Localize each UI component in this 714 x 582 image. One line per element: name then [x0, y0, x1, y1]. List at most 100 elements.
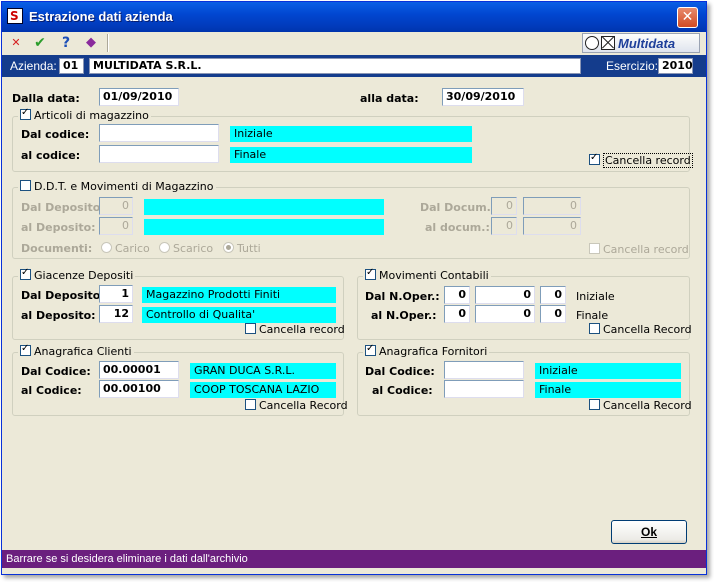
movimenti-al-b[interactable]: 0 — [475, 305, 535, 323]
ddt-radio-scarico-dot[interactable] — [159, 242, 170, 253]
ddt-cancella-box[interactable] — [589, 243, 600, 254]
ddt-radio-tutti-dot[interactable] — [223, 242, 234, 253]
ddt-checkbox[interactable] — [20, 180, 31, 191]
giacenze-cancella-label: Cancella record — [259, 323, 345, 336]
toolbar-separator — [107, 34, 109, 52]
fornitori-dal-label: Dal Codice: — [365, 365, 435, 378]
fornitori-al-desc: Finale — [535, 382, 681, 398]
movimenti-dal-desc: Iniziale — [576, 290, 615, 303]
ddt-al-deposito-field[interactable]: 0 — [99, 217, 133, 235]
clienti-cancella-checkbox[interactable]: Cancella Record — [245, 399, 348, 412]
ddt-cancella-label: Cancella record — [603, 243, 689, 256]
giacenze-al-field[interactable]: 12 — [99, 305, 133, 323]
articoli-title-label: Articoli di magazzino — [34, 109, 149, 122]
articoli-al-field[interactable] — [99, 145, 219, 163]
clienti-cancella-box[interactable] — [245, 399, 256, 410]
ddt-al-docum-a[interactable]: 0 — [491, 217, 517, 235]
app-icon-letter: S — [10, 9, 19, 23]
articoli-checkbox[interactable] — [20, 107, 31, 120]
articoli-dal-label: Dal codice: — [21, 128, 90, 141]
alla-data-field[interactable]: 30/09/2010 — [442, 88, 524, 106]
giacenze-group-title[interactable]: Giacenze Depositi — [18, 267, 136, 283]
ddt-dal-docum-b[interactable]: 0 — [523, 197, 581, 215]
movimenti-al-c[interactable]: 0 — [540, 305, 566, 323]
ddt-al-deposito-desc — [144, 219, 384, 235]
ok-button[interactable]: Ok — [611, 520, 687, 544]
giacenze-cancella-box[interactable] — [245, 323, 256, 334]
movimenti-cancella-label: Cancella Record — [603, 323, 692, 336]
clienti-group-title[interactable]: Anagrafica Clienti — [18, 343, 134, 359]
fornitori-cancella-box[interactable] — [589, 399, 600, 410]
movimenti-checkbox[interactable] — [365, 267, 376, 280]
giacenze-cancella-checkbox[interactable]: Cancella record — [245, 323, 345, 336]
articoli-cancella-box[interactable] — [589, 152, 600, 165]
movimenti-dal-label: Dal N.Oper.: — [365, 290, 440, 303]
ddt-radio-carico-dot[interactable] — [101, 242, 112, 253]
ddt-dal-deposito-desc — [144, 199, 384, 215]
title-bar[interactable]: S Estrazione dati azienda ✕ — [2, 2, 706, 32]
giacenze-al-label: al Deposito: — [21, 309, 96, 322]
company-info-bar: Azienda: 01 MULTIDATA S.R.L. Esercizio: … — [2, 55, 706, 77]
ddt-cancella-checkbox[interactable]: Cancella record — [589, 243, 689, 256]
clienti-title-label: Anagrafica Clienti — [34, 345, 132, 358]
book-icon[interactable]: ◆ — [81, 33, 101, 53]
confirm-check-icon[interactable]: ✔ — [30, 33, 50, 53]
giacenze-checkbox[interactable] — [20, 267, 31, 280]
articoli-cancella-label: Cancella record — [603, 153, 693, 168]
fornitori-cancella-checkbox[interactable]: Cancella Record — [589, 399, 692, 412]
fornitori-group-title[interactable]: Anagrafica Fornitori — [363, 343, 490, 359]
ddt-radio-tutti[interactable]: Tutti — [223, 242, 261, 255]
movimenti-al-desc: Finale — [576, 309, 609, 322]
ddt-radio-scarico-label: Scarico — [173, 242, 214, 255]
giacenze-dal-field[interactable]: 1 — [99, 285, 133, 303]
clienti-dal-field[interactable]: 00.00001 — [99, 361, 179, 379]
clienti-al-label: al Codice: — [21, 384, 82, 397]
ddt-dal-deposito-label: Dal Deposito: — [21, 201, 105, 214]
logo-cross-box-icon — [601, 36, 615, 50]
esercizio-label: Esercizio: — [606, 59, 659, 73]
clienti-checkbox[interactable] — [20, 343, 31, 356]
movimenti-title-label: Movimenti Contabili — [379, 269, 489, 282]
ddt-dal-docum-a[interactable]: 0 — [491, 197, 517, 215]
azienda-label: Azienda: — [10, 59, 57, 73]
azienda-code: 01 — [59, 58, 84, 74]
fornitori-dal-field[interactable] — [444, 361, 524, 379]
movimenti-al-a[interactable]: 0 — [444, 305, 470, 323]
clienti-al-field[interactable]: 00.00100 — [99, 380, 179, 398]
giacenze-title-label: Giacenze Depositi — [34, 269, 134, 282]
movimenti-cancella-checkbox[interactable]: Cancella Record — [589, 323, 692, 336]
ddt-radio-scarico[interactable]: Scarico — [159, 242, 213, 255]
ddt-dal-deposito-field[interactable]: 0 — [99, 197, 133, 215]
articoli-cancella-checkbox[interactable]: Cancella record — [589, 152, 693, 168]
fornitori-checkbox[interactable] — [365, 343, 376, 356]
movimenti-dal-c[interactable]: 0 — [540, 286, 566, 304]
giacenze-al-desc: Controllo di Qualita' — [142, 307, 336, 323]
window-title: Estrazione dati azienda — [29, 9, 173, 24]
movimenti-al-label: al N.Oper.: — [371, 309, 437, 322]
articoli-dal-field[interactable] — [99, 124, 219, 142]
movimenti-group-title[interactable]: Movimenti Contabili — [363, 267, 491, 283]
articoli-al-desc: Finale — [230, 147, 472, 163]
ddt-al-docum-b[interactable]: 0 — [523, 217, 581, 235]
clienti-al-desc: COOP TOSCANA LAZIO — [190, 382, 336, 398]
fornitori-al-field[interactable] — [444, 380, 524, 398]
ddt-al-deposito-label: al Deposito: — [21, 221, 96, 234]
close-button[interactable]: ✕ — [677, 7, 698, 28]
help-icon[interactable]: ? — [56, 33, 76, 53]
ddt-radio-tutti-label: Tutti — [237, 242, 261, 255]
azienda-name: MULTIDATA S.R.L. — [89, 58, 581, 74]
ddt-group-title[interactable]: D.D.T. e Movimenti di Magazzino — [18, 180, 216, 194]
giacenze-dal-label: Dal Deposito: — [21, 289, 105, 302]
ddt-title-label: D.D.T. e Movimenti di Magazzino — [34, 180, 214, 193]
articoli-group-title[interactable]: Articoli di magazzino — [18, 107, 151, 123]
clienti-dal-desc: GRAN DUCA S.R.L. — [190, 363, 336, 379]
cancel-x-icon[interactable]: ✕ — [6, 33, 26, 53]
movimenti-dal-a[interactable]: 0 — [444, 286, 470, 304]
ddt-radio-carico[interactable]: Carico — [101, 242, 150, 255]
dalla-data-field[interactable]: 01/09/2010 — [99, 88, 179, 106]
fornitori-cancella-label: Cancella Record — [603, 399, 692, 412]
ddt-dal-docum-label: Dal Docum.: — [420, 201, 496, 214]
movimenti-cancella-box[interactable] — [589, 323, 600, 334]
articoli-al-label: al codice: — [21, 149, 81, 162]
movimenti-dal-b[interactable]: 0 — [475, 286, 535, 304]
